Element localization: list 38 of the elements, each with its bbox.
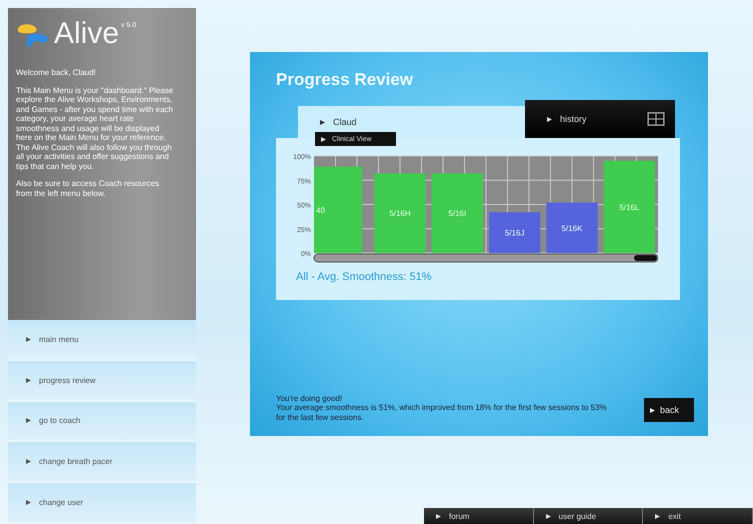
tab[interactable]: history [525,100,675,138]
welcome-text: Welcome back, Claud! [16,68,97,78]
bar-label: 5/16J [504,228,524,238]
summary-text: All - Avg. Smoothness: 51% [296,271,433,283]
message-text: Your average smoothness is 51%, which improved from 18% for the first few sessions to 53% for the last few sessions. [276,403,608,422]
menu-item[interactable]: progress review [8,360,196,402]
triangle-icon [26,378,31,383]
bar-label: 5/16L [619,202,640,212]
triangle-icon [26,418,31,424]
triangle-icon [320,120,325,124]
note-text: Also be sure to access Coach resources from the left menu below. [16,179,160,198]
scrollbar[interactable] [314,254,658,262]
bar-label: 5/16I [448,209,466,218]
triangle-icon [26,336,31,342]
window-icon [647,112,665,126]
triangle-icon [436,514,441,518]
menu-item[interactable]: change breath pacer [8,442,196,484]
footer-button[interactable]: forum [424,508,534,524]
bar-label: 5/16H [389,209,411,218]
footer-button[interactable]: user guide [534,508,644,524]
intro-text: This Main Menu is your "dashboard." Please explore the Alive Workshops, Environments, and Games - after you spend time with each category, your average heart rate smoothness and usage will be displayed here on the Main Menu for your reference. The Alive Coach will also follow you through all your activities and offer suggestions and tips that can help you. [16,86,174,171]
triangle-icon [546,514,551,518]
panel-title: Progress Review [276,70,414,90]
footer-button[interactable]: exit [643,508,753,524]
message-text: You're doing good! [276,394,344,403]
menu-item[interactable]: go to coach [8,402,196,442]
triangle-icon [655,514,660,518]
triangle-icon [26,459,31,464]
triangle-icon [650,408,655,412]
bar-label: 40 [316,206,325,215]
bar-label: 5/16K [562,224,582,233]
menu-item[interactable]: main menu [8,320,196,361]
triangle-icon [321,136,326,142]
triangle-icon [547,116,552,122]
triangle-icon [26,500,31,506]
app-logo-text: Alive [54,18,120,50]
back-button[interactable]: back [644,398,694,422]
menu-item[interactable]: change user [8,483,196,524]
